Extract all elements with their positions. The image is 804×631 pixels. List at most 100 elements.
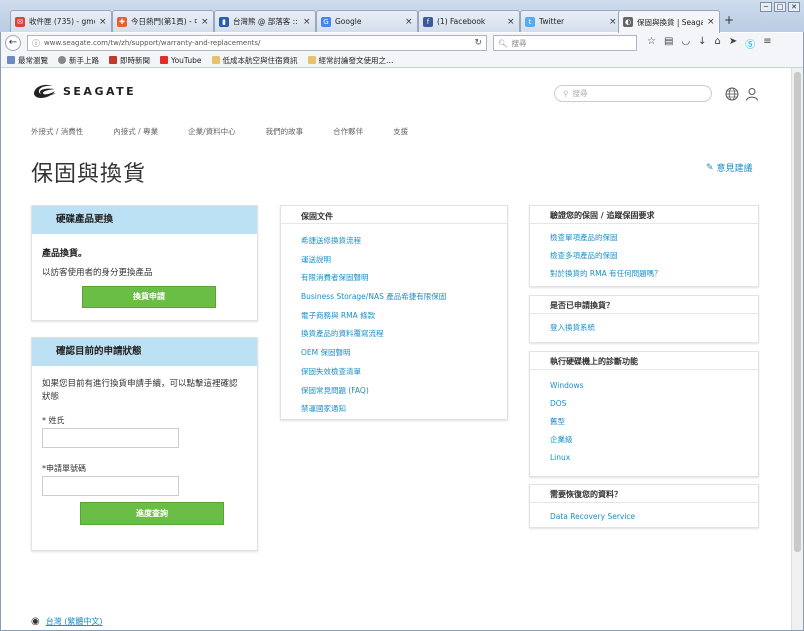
close-icon[interactable]: × — [99, 17, 107, 27]
bookmark-folder-icon — [7, 56, 15, 64]
bookmark-item[interactable]: 低成本航空與住宿資訊 — [211, 55, 298, 66]
page-content: SEAGATE ⚲ 搜尋 外接式 / 消費性 內接式 / 專業 企業/資料中心 … — [1, 68, 791, 630]
list-item[interactable]: 檢查單項產品的保固 — [550, 229, 758, 247]
twitter-icon: t — [525, 16, 535, 27]
list-item[interactable]: 電子商務與 RMA 條款 — [301, 307, 507, 326]
reload-icon[interactable]: ↻ — [474, 38, 482, 48]
user-icon[interactable] — [745, 87, 759, 101]
tab-title: 台灣熊 @ 部落客 :: 1 — [233, 17, 299, 26]
nav-item-support[interactable]: 支援 — [393, 126, 408, 137]
list-item[interactable]: Data Recovery Service — [550, 508, 758, 526]
list-item[interactable]: 舊型 — [550, 413, 758, 431]
menu-icon[interactable]: ≡ — [763, 36, 771, 51]
bookmark-item[interactable]: 經常討論發文使用之… — [307, 55, 394, 66]
nav-item-internal[interactable]: 內接式 / 專業 — [113, 126, 158, 137]
tab-google[interactable]: G Google × — [316, 10, 418, 32]
maximize-button[interactable]: □ — [774, 2, 786, 12]
search-placeholder: 搜尋 — [572, 89, 588, 98]
status-query-button[interactable]: 進度查詢 — [80, 502, 224, 525]
seagate-icon: ◐ — [623, 17, 633, 27]
close-window-button[interactable]: ✕ — [788, 2, 800, 12]
region-link[interactable]: 台灣 (繁體中文) — [46, 616, 103, 627]
list-item[interactable]: OEM 保固聲明 — [301, 344, 507, 363]
feedback-label: 意見建議 — [716, 164, 753, 174]
close-icon[interactable]: × — [201, 17, 209, 27]
url-text: www.seagate.com/tw/zh/support/warranty-a… — [44, 39, 261, 47]
tab-seagate[interactable]: ◐ 保固與換貨 | Seagate × — [618, 10, 720, 33]
list-item[interactable]: DOS — [550, 395, 758, 413]
list-item[interactable]: 保固失效檢查清單 — [301, 363, 507, 382]
close-icon[interactable]: × — [507, 17, 515, 27]
pocket-icon[interactable]: ◡ — [681, 36, 690, 51]
list-item[interactable]: 禁運國家通知 — [301, 400, 507, 419]
tab-twitter[interactable]: t Twitter × — [520, 10, 622, 32]
list-item[interactable]: 有限消費者保固聲明 — [301, 269, 507, 288]
close-icon[interactable]: × — [303, 17, 311, 27]
scrollbar-thumb[interactable] — [794, 72, 801, 552]
footer-region[interactable]: ◉ 台灣 (繁體中文) — [31, 616, 103, 627]
close-icon[interactable]: × — [707, 17, 715, 27]
nav-item-external[interactable]: 外接式 / 消費性 — [31, 126, 83, 137]
tab-title: 收件匣 (735) - gmc.cl — [29, 17, 95, 26]
warranty-documents-list: 希捷送修換貨流程 運送說明 有限消費者保固聲明 Business Storage… — [281, 224, 507, 419]
tab-news[interactable]: ✚ 今日熱門(第1頁) - 中 × — [112, 10, 214, 32]
new-tab-button[interactable]: + — [724, 13, 734, 27]
bookmark-item[interactable]: YouTube — [160, 56, 202, 65]
list-item[interactable]: Business Storage/NAS 產品希捷有限保固 — [301, 288, 507, 307]
tab-facebook[interactable]: f (1) Facebook × — [418, 10, 520, 32]
list-item[interactable]: 運送說明 — [301, 251, 507, 270]
site-search-input[interactable]: ⚲ 搜尋 — [554, 85, 712, 102]
bookmark-item[interactable]: 新手上路 — [58, 55, 99, 66]
tab-bar: ✉ 收件匣 (735) - gmc.cl × ✚ 今日熱門(第1頁) - 中 ×… — [0, 0, 804, 33]
replace-subtitle: 以訪客使用者的身分更換產品 — [42, 268, 153, 278]
browser-search-input[interactable]: 🔍︎ 搜尋 — [493, 35, 637, 51]
reading-list-icon[interactable]: ▤ — [664, 36, 673, 51]
skype-icon[interactable]: Ⓢ — [745, 36, 755, 51]
tab-title: 保固與換貨 | Seagate — [637, 17, 703, 27]
list-item[interactable]: 登入換貨系統 — [550, 319, 758, 337]
list-item[interactable]: 檢查多項產品的保固 — [550, 247, 758, 265]
window-controls: ─ □ ✕ — [760, 2, 800, 12]
list-item[interactable]: 對於換貨的 RMA 有任何問題嗎？ — [550, 265, 758, 283]
list-item[interactable]: Windows — [550, 377, 758, 395]
send-icon[interactable]: ➤ — [729, 36, 737, 51]
bookmark-star-icon[interactable]: ☆ — [647, 36, 656, 51]
nav-item-enterprise[interactable]: 企業/資料中心 — [188, 126, 236, 137]
request-number-field[interactable] — [42, 476, 179, 496]
rss-icon — [109, 56, 117, 64]
bookmark-item[interactable]: 即時新聞 — [109, 55, 150, 66]
info-icon[interactable]: ⓘ — [32, 38, 40, 49]
url-bar[interactable]: ⓘ www.seagate.com/tw/zh/support/warranty… — [27, 35, 487, 51]
close-icon[interactable]: × — [405, 17, 413, 27]
list-item[interactable]: 換貨產品的資料覆寫流程 — [301, 325, 507, 344]
last-name-label: * 姓氏 — [42, 416, 65, 425]
verify-warranty-header: 驗證您的保固 / 追蹤保固要求 — [530, 206, 758, 224]
firefox-icon — [58, 56, 66, 64]
last-name-field[interactable] — [42, 428, 179, 448]
search-placeholder: 搜尋 — [511, 38, 527, 48]
list-item[interactable]: Linux — [550, 449, 758, 467]
close-icon[interactable]: × — [609, 17, 617, 27]
logo-text: SEAGATE — [63, 84, 137, 98]
seagate-logo[interactable]: SEAGATE — [31, 80, 136, 102]
tab-gmail[interactable]: ✉ 收件匣 (735) - gmc.cl × — [10, 10, 112, 32]
globe-icon[interactable] — [725, 87, 739, 101]
nav-item-our-story[interactable]: 我們的故事 — [266, 126, 304, 137]
feedback-link[interactable]: ✎ 意見建議 — [706, 161, 753, 175]
list-item[interactable]: 企業級 — [550, 431, 758, 449]
tab-title: Google — [335, 17, 362, 26]
status-card-header: 確認目前的申請狀態 — [32, 338, 257, 366]
toolbar-icons: ☆ ▤ ◡ ↓ ⌂ ➤ Ⓢ ≡ — [647, 36, 772, 51]
list-item[interactable]: 保固常見問題 (FAQ) — [301, 382, 507, 401]
home-icon[interactable]: ⌂ — [715, 36, 721, 51]
nav-item-partners[interactable]: 合作夥伴 — [333, 126, 363, 137]
bookmark-item[interactable]: 最常瀏覽 — [7, 55, 48, 66]
list-item[interactable]: 希捷送修換貨流程 — [301, 232, 507, 251]
back-button[interactable]: ← — [5, 35, 21, 51]
download-icon[interactable]: ↓ — [698, 36, 706, 51]
scrollbar[interactable] — [791, 68, 803, 630]
minimize-button[interactable]: ─ — [760, 2, 772, 12]
replacement-request-button[interactable]: 換貨申請 — [82, 286, 216, 308]
search-icon: ⚲ — [563, 89, 569, 98]
tab-blog[interactable]: ▮ 台灣熊 @ 部落客 :: 1 × — [214, 10, 316, 32]
